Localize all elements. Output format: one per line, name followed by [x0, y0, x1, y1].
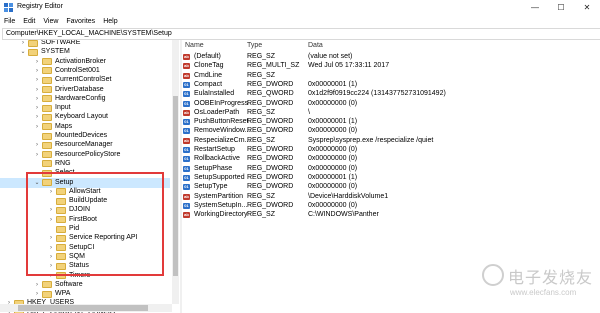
- watermark: 电子发烧友 www.elecfans.com: [480, 258, 598, 308]
- string-value-icon: ab: [183, 109, 190, 116]
- close-button[interactable]: ✕: [574, 0, 600, 15]
- folder-icon: [42, 160, 52, 168]
- menu-file[interactable]: File: [0, 18, 19, 25]
- string-value-icon: ab: [183, 212, 190, 219]
- column-header-name[interactable]: Name: [185, 40, 204, 51]
- minimize-button[interactable]: —: [522, 0, 548, 15]
- folder-icon: [42, 76, 52, 84]
- binary-value-icon: 01: [183, 119, 190, 126]
- folder-icon: [42, 141, 52, 149]
- binary-value-icon: 01: [183, 81, 190, 88]
- binary-value-icon: 01: [183, 174, 190, 181]
- scroll-thumb[interactable]: [173, 96, 178, 276]
- folder-icon: [42, 290, 52, 298]
- watermark-title: 电子发烧友: [508, 268, 594, 287]
- registry-editor-icon: [4, 3, 13, 12]
- string-value-icon: ab: [183, 63, 190, 70]
- pane-divider[interactable]: [180, 40, 182, 313]
- folder-icon: [42, 151, 52, 159]
- folder-icon: [42, 67, 52, 75]
- binary-value-icon: 01: [183, 147, 190, 153]
- column-header-type[interactable]: Type: [247, 40, 262, 51]
- watermark-url: www.elecfans.com: [510, 288, 577, 297]
- folder-icon: [42, 132, 52, 140]
- menu-view[interactable]: View: [39, 18, 62, 25]
- string-value-icon: ab: [183, 54, 190, 60]
- string-value-icon: ab: [183, 72, 190, 79]
- binary-value-icon: 01: [183, 128, 190, 135]
- folder-icon: [42, 123, 52, 131]
- folder-icon: [42, 58, 52, 66]
- folder-icon: [42, 113, 52, 121]
- tree-horizontal-scrollbar[interactable]: [0, 304, 172, 312]
- value-data: C:\WINDOWS\Panther: [308, 211, 379, 219]
- title-bar: Registry Editor — ☐ ✕: [0, 0, 600, 16]
- folder-icon: [28, 40, 38, 47]
- tree-vertical-scrollbar[interactable]: [172, 40, 179, 304]
- watermark-logo: [482, 264, 504, 286]
- binary-value-icon: 01: [183, 202, 190, 209]
- folder-icon: [42, 281, 52, 289]
- highlight-box: [26, 172, 164, 276]
- maximize-button[interactable]: ☐: [548, 0, 574, 15]
- binary-value-icon: 01: [183, 184, 190, 191]
- menu-edit[interactable]: Edit: [19, 18, 39, 25]
- binary-value-icon: 01: [183, 91, 190, 98]
- folder-icon: [42, 104, 52, 112]
- value-type: REG_SZ: [247, 211, 276, 219]
- binary-value-icon: 01: [183, 156, 190, 163]
- value-name: WorkingDirectory: [194, 211, 248, 219]
- window-title: Registry Editor: [17, 3, 63, 10]
- binary-value-icon: 01: [183, 165, 190, 172]
- value-row[interactable]: ab WorkingDirectory REG_SZ C:\WINDOWS\Panth…: [183, 210, 600, 220]
- menu-help[interactable]: Help: [99, 18, 121, 25]
- string-value-icon: ab: [183, 193, 190, 200]
- folder-icon: [42, 95, 52, 103]
- folder-icon: [42, 86, 52, 93]
- column-header-data[interactable]: Data: [308, 40, 323, 51]
- folder-icon: [28, 48, 38, 56]
- menu-favorites[interactable]: Favorites: [62, 18, 99, 25]
- binary-value-icon: 01: [183, 100, 190, 107]
- menu-bar: File Edit View Favorites Help: [0, 15, 600, 28]
- scroll-thumb[interactable]: [18, 305, 148, 311]
- address-bar[interactable]: Computer\HKEY_LOCAL_MACHINE\SYSTEM\Setup: [2, 28, 600, 40]
- string-value-icon: ab: [183, 137, 190, 144]
